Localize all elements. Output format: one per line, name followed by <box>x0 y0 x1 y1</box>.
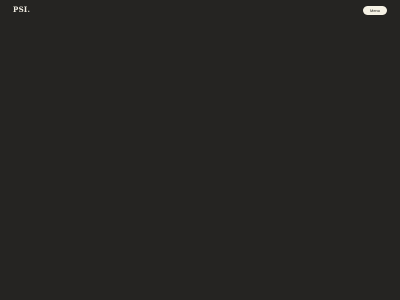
main-content <box>0 22 400 300</box>
site-logo[interactable]: PSI. <box>13 5 30 15</box>
site-header: PSI. Menu <box>0 0 400 22</box>
menu-button[interactable]: Menu <box>363 6 387 15</box>
